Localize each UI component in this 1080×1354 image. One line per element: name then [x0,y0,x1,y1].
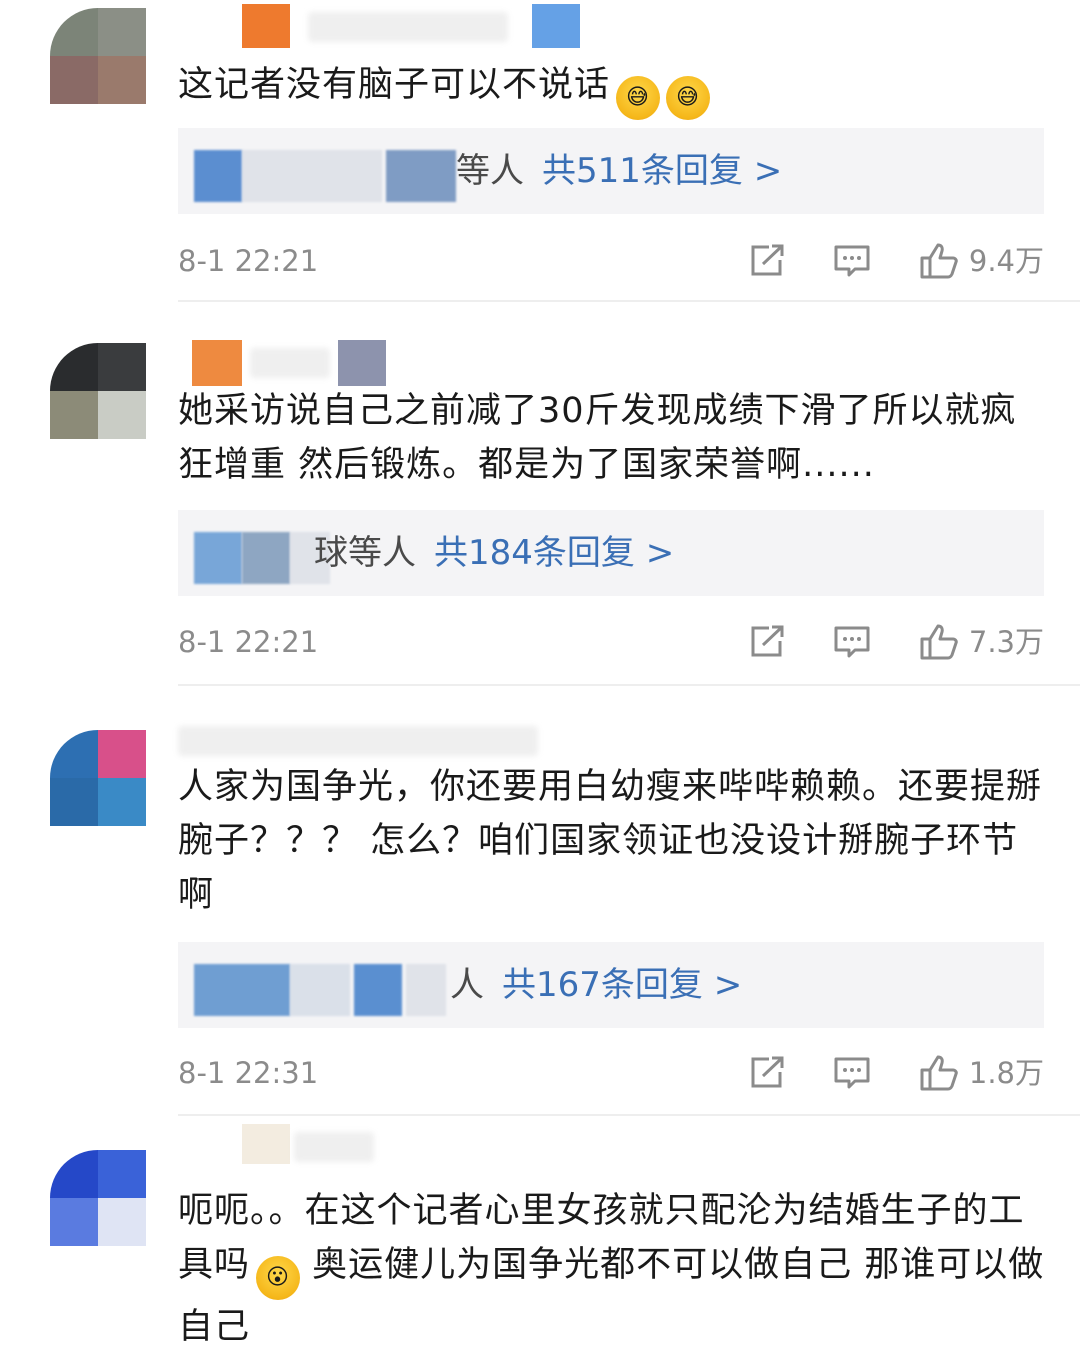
view-replies-link[interactable]: 共511条回复 > [542,151,782,191]
like-icon[interactable] [919,242,959,280]
view-replies-link[interactable]: 共167条回复 > [502,965,742,1005]
timestamp: 8-1 22:21 [178,244,319,278]
share-icon[interactable] [749,1056,785,1090]
share-icon[interactable] [749,625,785,659]
reply-summary[interactable]: 人共167条回复 > [178,942,1044,1028]
like-icon[interactable] [919,623,959,661]
username[interactable] [178,340,418,390]
comment-text: 这记者没有脑子可以不说话 😅 😅 [178,58,1048,120]
reply-participants: 人 [450,965,484,1005]
comment-meta: 8-1 22:31 1.8万 [178,1048,1044,1098]
avatar[interactable] [50,730,146,826]
username[interactable] [178,4,618,54]
like-icon[interactable] [919,1054,959,1092]
comment-text: 人家为国争光，你还要用白幼瘦来哔哔赖赖。还要提掰腕子？？？ 怎么？咱们国家领证也… [178,767,1043,915]
divider [178,684,1080,686]
username[interactable] [178,712,578,762]
share-icon[interactable] [749,244,785,278]
comment-meta: 8-1 22:21 7.3万 [178,617,1044,667]
avatar[interactable] [50,343,146,439]
sweat-smile-emoji: 😅 [616,76,661,120]
timestamp: 8-1 22:21 [178,625,319,659]
comment-icon[interactable] [833,625,871,659]
like-count: 1.8万 [968,1056,1044,1090]
comment-icon[interactable] [833,244,871,278]
comment-icon[interactable] [833,1056,871,1090]
comment-meta: 8-1 22:21 9.4万 [178,236,1044,286]
like-count: 9.4万 [968,244,1044,278]
timestamp: 8-1 22:31 [178,1056,319,1090]
sweat-smile-emoji: 😅 [666,76,711,120]
reply-participants: 等人 [456,151,524,191]
reply-summary[interactable]: 等人 共511条回复 > [178,128,1044,214]
avatar[interactable] [50,1150,146,1246]
reply-participants: 球等人 [314,533,416,573]
thinking-emoji: 😮 [256,1256,301,1300]
username[interactable] [178,1124,398,1174]
reply-summary[interactable]: 球等人 共184条回复 > [178,510,1044,596]
view-replies-link[interactable]: 共184条回复 > [434,533,674,573]
divider [178,1114,1080,1116]
like-count: 7.3万 [968,625,1044,659]
avatar[interactable] [50,8,146,104]
divider [178,300,1080,302]
comment-text: 呃呃。。在这个记者心里女孩就只配沦为结婚生子的工具吗 😮 奥运健儿为国争光都不可以… [178,1191,1045,1347]
comment-text: 她采访说自己之前减了30斤发现成绩下滑了所以就疯狂增重 然后锻炼。都是为了国家荣… [178,391,1017,485]
